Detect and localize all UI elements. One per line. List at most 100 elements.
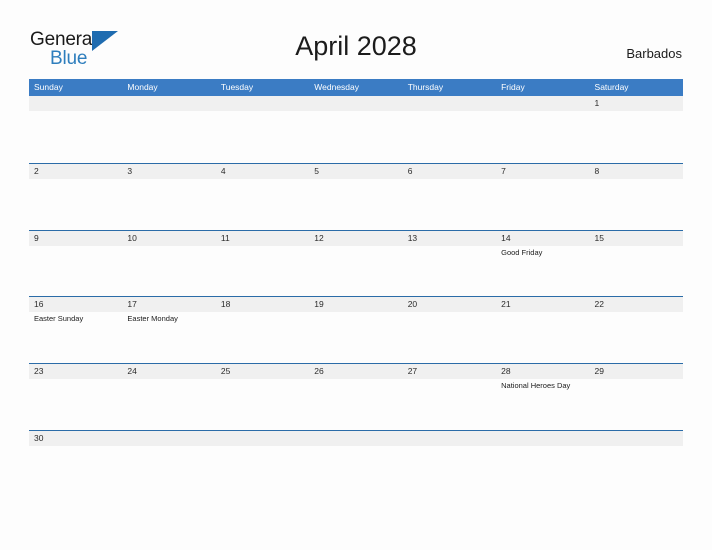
day-events	[595, 246, 680, 248]
day-cell-30[interactable]: 30	[29, 431, 122, 497]
day-cell-9[interactable]: 9	[29, 231, 122, 297]
holiday-label: National Heroes Day	[501, 381, 571, 391]
day-cell-empty	[496, 96, 589, 163]
day-cell-6[interactable]: 6	[403, 164, 496, 230]
day-events	[595, 312, 680, 314]
day-number: 22	[594, 299, 604, 310]
day-cell-12[interactable]: 12	[309, 231, 402, 297]
day-number: 28	[501, 366, 511, 377]
day-cell-empty	[403, 96, 496, 163]
day-cell-15[interactable]: 15	[590, 231, 683, 297]
day-events	[221, 379, 306, 381]
day-cell-empty	[590, 431, 683, 497]
day-cell-21[interactable]: 21	[496, 297, 589, 363]
day-events	[127, 379, 212, 381]
day-events	[127, 446, 212, 448]
day-number	[408, 431, 493, 446]
day-number	[221, 96, 306, 111]
day-events	[314, 179, 399, 181]
holiday-label: Easter Monday	[127, 314, 178, 324]
day-number: 18	[220, 299, 231, 310]
day-cell-empty	[496, 431, 589, 497]
day-cell-4[interactable]: 4	[216, 164, 309, 230]
day-events	[595, 111, 680, 113]
day-events	[314, 111, 399, 113]
day-number: 7	[501, 165, 506, 176]
day-cell-empty	[216, 96, 309, 163]
day-events	[408, 446, 493, 448]
day-events: Easter Sunday	[34, 312, 119, 324]
day-cell-16[interactable]: 16 Easter Sunday	[29, 297, 122, 363]
day-cell-26[interactable]: 26	[309, 364, 402, 430]
calendar-grid: Sunday Monday Tuesday Wednesday Thursday Frid…	[29, 79, 683, 497]
weekday-header-wednesday: Wednesday	[314, 82, 359, 92]
day-cell-empty	[29, 96, 122, 163]
day-cell-group: 30	[29, 431, 683, 497]
day-events	[408, 111, 493, 113]
day-events	[314, 379, 399, 381]
day-cell-19[interactable]: 19	[309, 297, 402, 363]
day-cell-23[interactable]: 23	[29, 364, 122, 430]
day-cell-empty	[122, 96, 215, 163]
day-cell-28[interactable]: 28 National Heroes Day	[496, 364, 589, 430]
day-cell-5[interactable]: 5	[309, 164, 402, 230]
day-number: 30	[34, 432, 44, 443]
day-cell-14[interactable]: 14 Good Friday	[496, 231, 589, 297]
day-number	[221, 431, 306, 446]
day-number: 4	[220, 165, 226, 176]
day-events	[221, 446, 306, 448]
day-cell-13[interactable]: 13	[403, 231, 496, 297]
calendar-week-row: 2 3 4 5 6 7 8	[29, 162, 683, 230]
day-events	[221, 312, 306, 314]
day-cell-3[interactable]: 3	[122, 164, 215, 230]
day-cell-27[interactable]: 27	[403, 364, 496, 430]
day-cell-10[interactable]: 10	[122, 231, 215, 297]
day-events	[34, 379, 119, 381]
day-number	[501, 431, 586, 446]
day-events: Good Friday	[501, 246, 586, 258]
day-events	[127, 179, 212, 181]
day-events	[501, 111, 586, 113]
day-events	[408, 312, 493, 314]
day-cell-8[interactable]: 8	[590, 164, 683, 230]
day-number: 9	[34, 232, 39, 243]
day-number: 17	[127, 299, 137, 310]
day-cell-11[interactable]: 11	[216, 231, 309, 297]
weekday-header-thursday: Thursday	[407, 82, 444, 92]
day-number	[127, 431, 212, 446]
day-cell-1[interactable]: 1	[590, 96, 683, 163]
day-cell-18[interactable]: 18	[216, 297, 309, 363]
day-number	[127, 96, 212, 111]
day-number: 11	[220, 232, 230, 243]
day-events	[314, 312, 399, 314]
day-cell-22[interactable]: 22	[590, 297, 683, 363]
calendar-body: 1 2 3 4 5 6 7 8 9 10 11 12 13 14 Good Friday 15 16 Easter…	[29, 96, 683, 497]
day-cell-20[interactable]: 20	[403, 297, 496, 363]
day-cell-25[interactable]: 25	[216, 364, 309, 430]
day-events	[501, 446, 586, 448]
day-cell-empty	[309, 96, 402, 163]
day-cell-7[interactable]: 7	[496, 164, 589, 230]
holiday-label: Good Friday	[501, 247, 543, 257]
weekday-header-sunday: Sunday	[34, 82, 63, 92]
page-header: General Blue April 2028 Barbados	[0, 0, 712, 76]
day-cell-2[interactable]: 2	[29, 164, 122, 230]
day-events	[408, 246, 493, 248]
calendar-week-row: 1	[29, 96, 683, 163]
day-events	[501, 179, 586, 181]
day-number: 26	[314, 366, 324, 377]
day-number: 10	[127, 232, 137, 243]
day-number	[314, 431, 399, 446]
day-cell-24[interactable]: 24	[122, 364, 215, 430]
day-cell-empty	[403, 431, 496, 497]
weekday-header-saturday: Saturday	[594, 82, 629, 92]
day-cell-29[interactable]: 29	[590, 364, 683, 430]
day-cell-empty	[122, 431, 215, 497]
calendar-week-row: 30	[29, 429, 683, 497]
day-events	[34, 111, 119, 113]
day-events	[501, 312, 586, 314]
day-number: 19	[314, 299, 324, 310]
day-cell-group: 16 Easter Sunday 17 Easter Monday 18 19 20 21 22	[29, 297, 683, 363]
day-cell-17[interactable]: 17 Easter Monday	[122, 297, 215, 363]
country-label: Barbados	[626, 46, 682, 61]
